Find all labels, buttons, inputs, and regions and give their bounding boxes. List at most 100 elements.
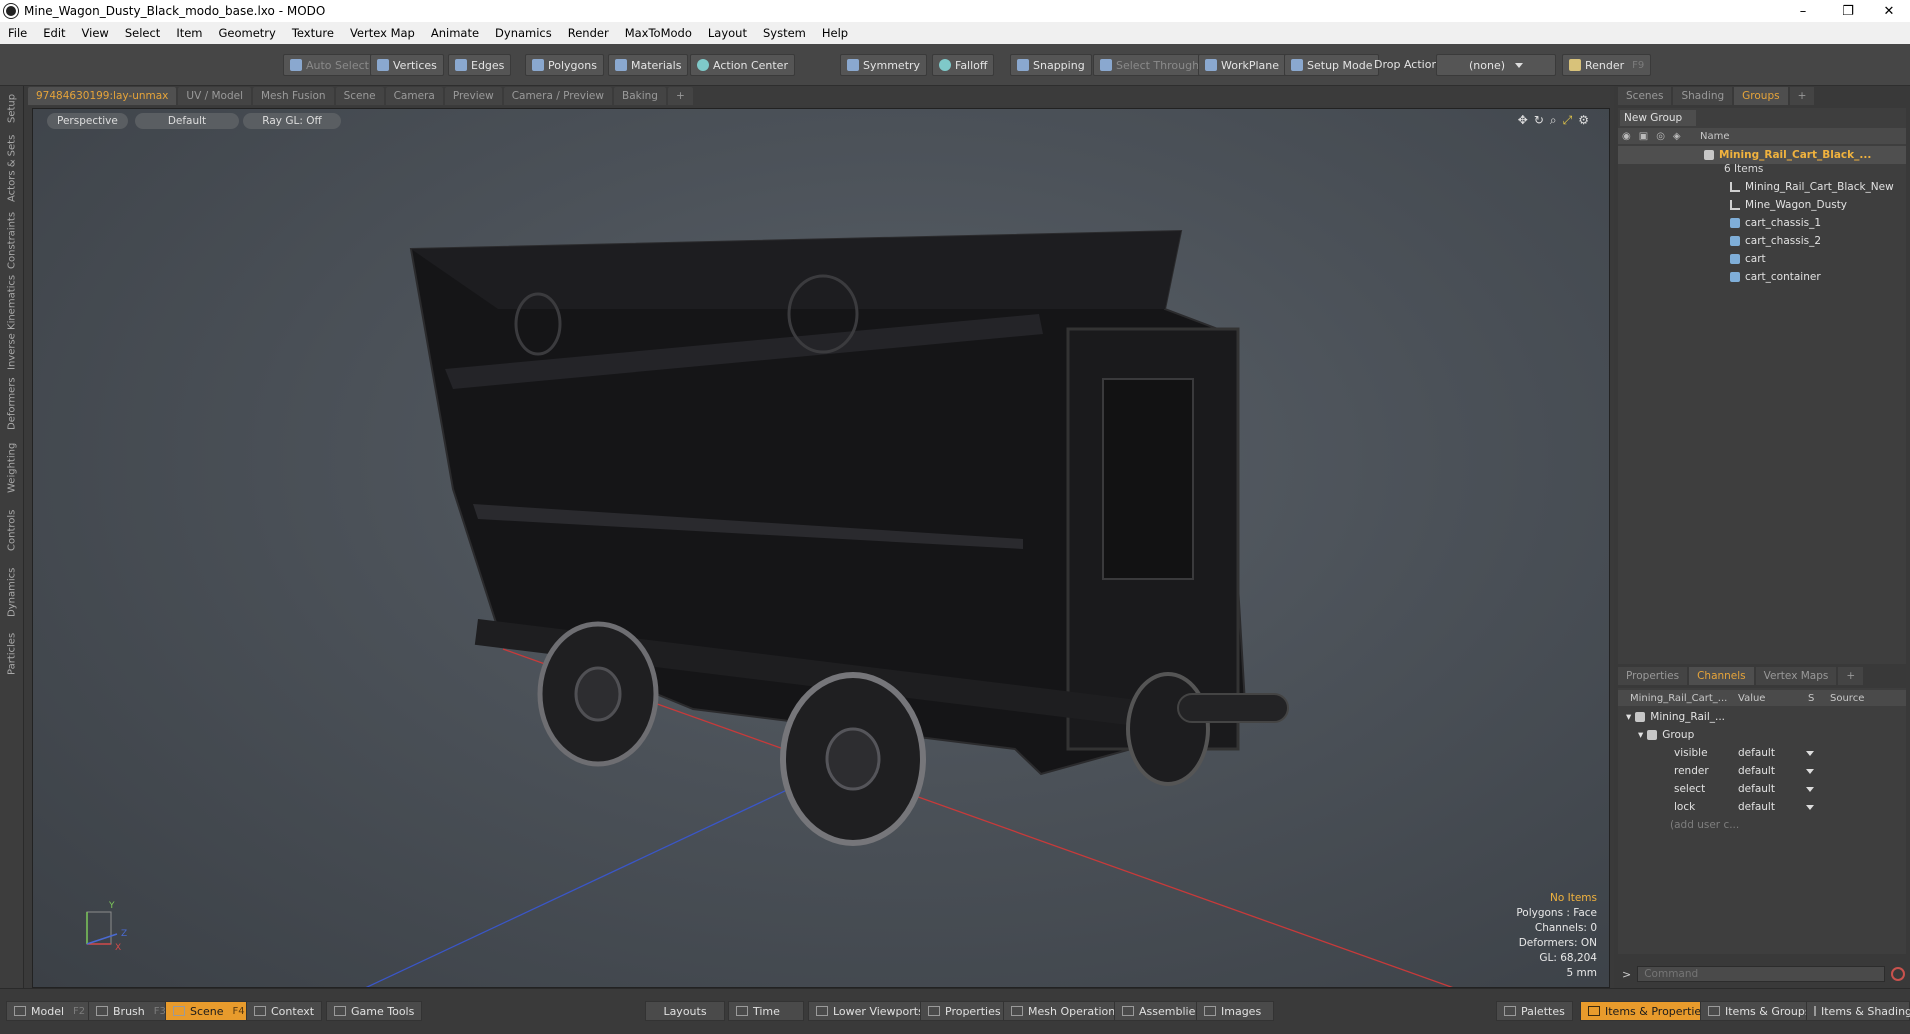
tab-deformers[interactable]: Deformers (0, 374, 24, 434)
render-button[interactable]: Render F9 (1562, 54, 1652, 76)
tab-camera[interactable]: Camera (385, 87, 443, 105)
tab-preview[interactable]: Preview (444, 87, 502, 105)
chevron-down-icon[interactable] (1806, 786, 1814, 792)
add-user-channel[interactable]: (add user c... (1618, 816, 1906, 834)
menu-vertex-map[interactable]: Vertex Map (342, 26, 423, 40)
menu-file[interactable]: File (0, 26, 35, 40)
lower-viewports-button[interactable]: Lower Viewports (808, 1001, 932, 1021)
edges-button[interactable]: Edges (448, 54, 512, 76)
table-row[interactable]: visible default (1618, 744, 1906, 762)
minimize-button[interactable]: – (1780, 0, 1826, 22)
model-layout-button[interactable]: Model F2 (6, 1001, 94, 1021)
tab-shading[interactable]: Shading (1673, 87, 1733, 105)
menu-help[interactable]: Help (814, 26, 856, 40)
setup-mode-button[interactable]: Setup Mode (1284, 54, 1380, 76)
menu-layout[interactable]: Layout (700, 26, 755, 40)
menu-edit[interactable]: Edit (35, 26, 73, 40)
items-properties-button[interactable]: Items & Properties (1580, 1001, 1715, 1021)
tab-actors-sets[interactable]: Actors & Sets (0, 130, 24, 206)
menu-item[interactable]: Item (168, 26, 210, 40)
snapping-button[interactable]: Snapping (1010, 54, 1092, 76)
images-button[interactable]: Images (1196, 1001, 1274, 1021)
add-props-tab-button[interactable]: + (1838, 667, 1864, 685)
list-item[interactable]: cart (1618, 250, 1906, 268)
menu-dynamics[interactable]: Dynamics (487, 26, 560, 40)
select-through-button[interactable]: Select Through (1093, 54, 1207, 76)
tab-groups[interactable]: Groups (1734, 87, 1788, 105)
workplane-button[interactable]: WorkPlane (1198, 54, 1287, 76)
time-button[interactable]: Time (728, 1001, 804, 1021)
scene-layout-button[interactable]: Scene F4 (165, 1001, 253, 1021)
chevron-down-icon[interactable] (1806, 768, 1814, 774)
tab-setup[interactable]: Setup (0, 90, 24, 126)
tab-weighting[interactable]: Weighting (0, 438, 24, 498)
tab-uv-model[interactable]: UV / Model (178, 87, 251, 105)
tab-camera-preview[interactable]: Camera / Preview (503, 87, 612, 105)
materials-button[interactable]: Materials (608, 54, 689, 76)
tab-dynamics[interactable]: Dynamics (0, 562, 24, 622)
properties-button[interactable]: Properties (920, 1001, 1009, 1021)
lock-icon[interactable]: ▣ (1639, 131, 1648, 142)
close-button[interactable]: ✕ (1866, 0, 1910, 22)
drop-action-select[interactable]: (none) (1436, 54, 1556, 76)
polygons-button[interactable]: Polygons (525, 54, 604, 76)
list-item[interactable]: cart_container (1618, 268, 1906, 286)
vertices-button[interactable]: Vertices (370, 54, 444, 76)
channels-root-row[interactable]: ▾ Mining_Rail_... (1618, 708, 1906, 726)
menu-maxtomodo[interactable]: MaxToModo (617, 26, 700, 40)
tab-controls[interactable]: Controls (0, 502, 24, 558)
expand-icon[interactable]: ▾ (1626, 711, 1631, 723)
table-row[interactable]: lock default (1618, 798, 1906, 816)
channels-group-row[interactable]: ▾ Group (1618, 726, 1906, 744)
restore-button[interactable]: ❐ (1825, 0, 1871, 22)
menu-render[interactable]: Render (560, 26, 617, 40)
mesh-operations-button[interactable]: Mesh Operations (1003, 1001, 1129, 1021)
tab-scenes[interactable]: Scenes (1618, 87, 1672, 105)
command-input[interactable] (1637, 966, 1886, 982)
falloff-button[interactable]: Falloff (932, 54, 995, 76)
add-panel-tab-button[interactable]: + (1789, 87, 1815, 105)
palettes-button[interactable]: Palettes (1496, 1001, 1573, 1021)
tab-layout-unmax[interactable]: 97484630199:lay-unmax (28, 87, 177, 105)
tab-vertex-maps[interactable]: Vertex Maps (1755, 667, 1837, 685)
items-groups-button[interactable]: Items & Groups (1700, 1001, 1819, 1021)
3d-viewport[interactable]: Perspective Default Ray GL: Off ✥ ↻ ⌕ ⤢ … (32, 108, 1610, 988)
context-layout-button[interactable]: Context (246, 1001, 323, 1021)
menu-system[interactable]: System (755, 26, 814, 40)
tab-constraints[interactable]: Constraints (0, 210, 24, 270)
symmetry-button[interactable]: Symmetry (840, 54, 928, 76)
menu-texture[interactable]: Texture (284, 26, 342, 40)
render-column-icon[interactable]: ◎ (1656, 131, 1665, 142)
new-group-button[interactable]: New Group (1620, 110, 1696, 126)
tab-mesh-fusion[interactable]: Mesh Fusion (253, 87, 334, 105)
table-row[interactable]: select default (1618, 780, 1906, 798)
list-item[interactable]: cart_chassis_1 (1618, 214, 1906, 232)
tab-inverse-kinematics[interactable]: Inverse Kinematics (0, 274, 24, 370)
add-tab-button[interactable]: + (667, 87, 693, 105)
layouts-button[interactable]: Layouts (645, 1001, 725, 1021)
expand-icon[interactable]: ▾ (1638, 729, 1643, 741)
items-shading-button[interactable]: Items & Shading (1806, 1001, 1910, 1021)
brush-layout-button[interactable]: Brush F3 (88, 1001, 174, 1021)
eye-icon[interactable]: ◉ (1622, 131, 1631, 142)
menu-geometry[interactable]: Geometry (211, 26, 284, 40)
table-row[interactable]: render default (1618, 762, 1906, 780)
chevron-down-icon[interactable] (1806, 804, 1814, 810)
list-item[interactable]: Mining_Rail_Cart_Black_New (1618, 178, 1906, 196)
chevron-down-icon[interactable] (1806, 750, 1814, 756)
tab-properties[interactable]: Properties (1618, 667, 1688, 685)
list-item[interactable]: Mine_Wagon_Dusty (1618, 196, 1906, 214)
command-history-icon[interactable] (1891, 967, 1906, 981)
tab-particles[interactable]: Particles (0, 626, 24, 682)
assemblies-button[interactable]: Assemblies (1114, 1001, 1210, 1021)
action-center-button[interactable]: Action Center (690, 54, 795, 76)
tab-channels[interactable]: Channels (1689, 667, 1754, 685)
menu-animate[interactable]: Animate (423, 26, 487, 40)
menu-view[interactable]: View (74, 26, 117, 40)
select-column-icon[interactable]: ◈ (1673, 131, 1681, 142)
tab-scene[interactable]: Scene (335, 87, 384, 105)
list-item[interactable]: cart_chassis_2 (1618, 232, 1906, 250)
menu-select[interactable]: Select (117, 26, 168, 40)
auto-select-button[interactable]: Auto Select (283, 54, 376, 76)
game-tools-button[interactable]: Game Tools (326, 1001, 423, 1021)
